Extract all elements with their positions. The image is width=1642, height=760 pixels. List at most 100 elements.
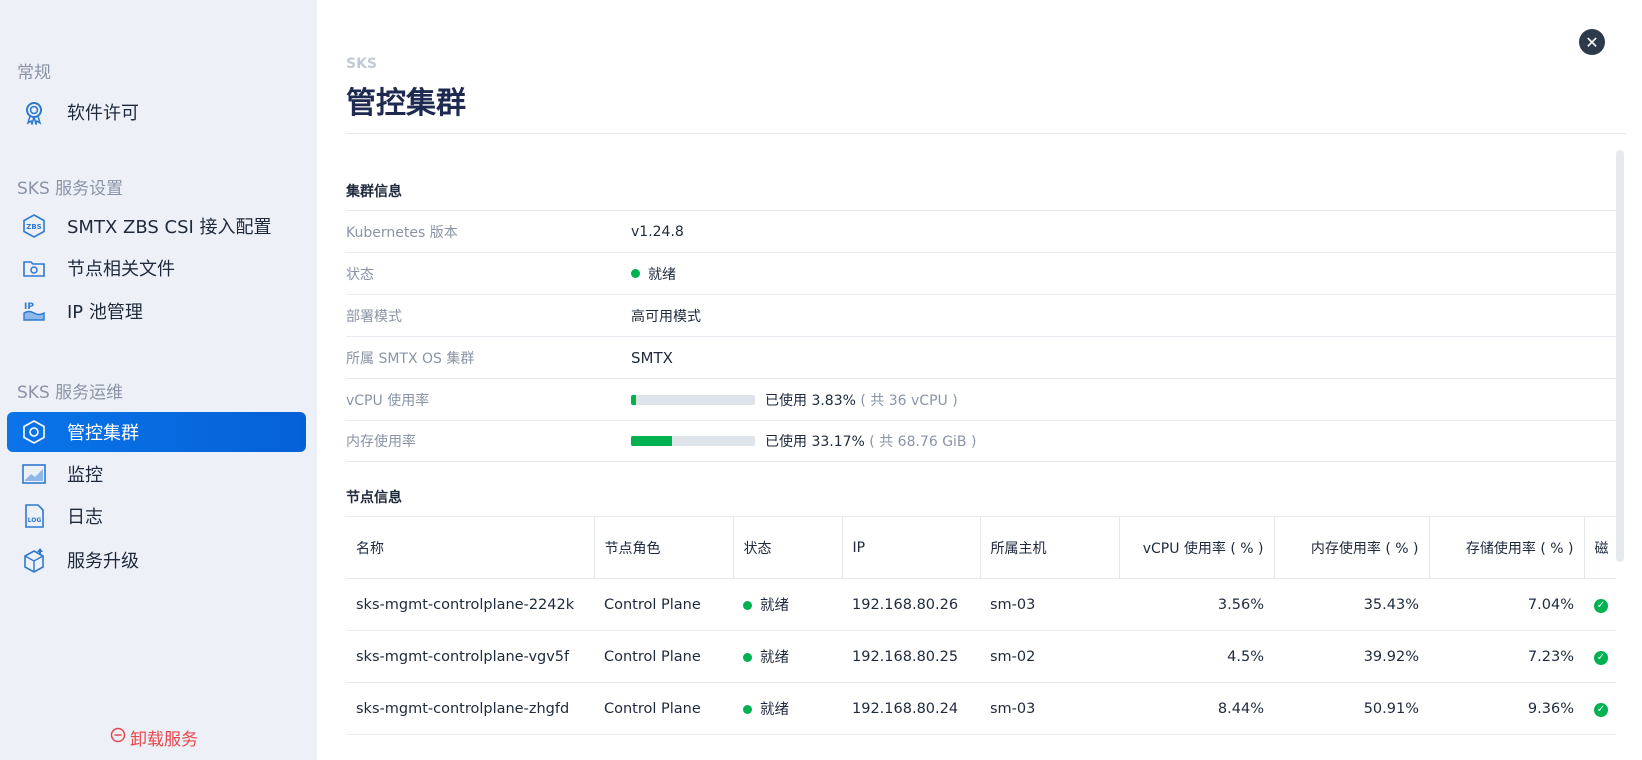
node-info-title: 节点信息 <box>346 490 402 506</box>
node-status: 就绪 <box>733 682 842 735</box>
node-vcpu: 4.5% <box>1119 630 1274 683</box>
sidebar-item-log[interactable]: LOG 日志 <box>7 496 306 536</box>
minus-circle-icon <box>110 727 126 748</box>
os-cluster-link[interactable]: SMTX <box>631 349 673 367</box>
uninstall-button[interactable]: 卸载服务 <box>110 725 198 750</box>
sidebar-item-label: 日志 <box>67 507 103 528</box>
node-host: sm-03 <box>980 682 1119 735</box>
sidebar-item-label: 管控集群 <box>67 423 139 444</box>
cluster-icon <box>20 418 48 446</box>
memory-total: ( 共 68.76 GiB ) <box>869 434 977 450</box>
sidebar-item-label: 服务升级 <box>67 551 139 572</box>
divider <box>346 133 1626 134</box>
node-status: 就绪 <box>733 578 842 631</box>
folder-icon <box>20 254 48 282</box>
section-title-general: 常规 <box>17 63 51 83</box>
column-header[interactable]: 所属主机 <box>979 516 1119 579</box>
node-ip: 192.168.80.26 <box>842 578 980 631</box>
monitor-icon <box>20 460 48 488</box>
info-label: vCPU 使用率 <box>346 392 430 409</box>
scrollbar[interactable] <box>1616 150 1624 562</box>
close-button[interactable]: ✕ <box>1579 29 1605 55</box>
status-text: 就绪 <box>760 650 789 666</box>
breadcrumb: SKS <box>346 56 378 72</box>
node-host: sm-03 <box>980 578 1119 631</box>
node-role: Control Plane <box>594 682 733 735</box>
disk-status: ✓ <box>1584 578 1616 631</box>
column-header[interactable]: 节点角色 <box>593 516 733 579</box>
section-title-sks-ops: SKS 服务运维 <box>17 383 124 403</box>
check-circle-icon: ✓ <box>1594 702 1608 717</box>
status-dot-icon <box>743 705 752 714</box>
info-label: 所属 SMTX OS 集群 <box>346 350 475 367</box>
table-row[interactable]: sks-mgmt-controlplane-zhgfd Control Plan… <box>346 682 1616 735</box>
upgrade-icon <box>20 546 48 574</box>
sidebar-item-zbs-csi[interactable]: ZBS SMTX ZBS CSI 接入配置 <box>7 206 306 246</box>
sidebar-item-label: 监控 <box>67 465 103 486</box>
sidebar-item-label: IP 池管理 <box>67 302 143 323</box>
node-name: sks-mgmt-controlplane-2242k <box>346 578 594 631</box>
zbs-icon: ZBS <box>20 212 48 240</box>
sidebar-item-monitor[interactable]: 监控 <box>7 454 306 494</box>
check-circle-icon: ✓ <box>1594 650 1608 665</box>
sidebar-item-node-files[interactable]: 节点相关文件 <box>7 248 306 288</box>
info-label: 内存使用率 <box>346 434 416 450</box>
info-value: v1.24.8 <box>631 223 684 240</box>
disk-status: ✓ <box>1584 682 1616 735</box>
info-label: 部署模式 <box>346 308 402 325</box>
sidebar-item-control-cluster[interactable]: 管控集群 <box>7 412 306 452</box>
sidebar-item-upgrade[interactable]: 服务升级 <box>7 540 306 580</box>
node-host: sm-02 <box>980 630 1119 683</box>
svg-text:LOG: LOG <box>28 517 42 524</box>
svg-text:IP: IP <box>24 302 34 312</box>
column-header[interactable]: 磁 <box>1583 516 1616 579</box>
status-value: 就绪 <box>648 266 676 283</box>
node-ip: 192.168.80.24 <box>842 682 980 735</box>
memory-progress-fill <box>631 436 673 446</box>
vcpu-total: ( 共 36 vCPU ) <box>860 392 958 409</box>
node-storage: 9.36% <box>1429 682 1584 735</box>
info-label: 状态 <box>346 266 374 283</box>
svg-text:ZBS: ZBS <box>26 223 41 231</box>
node-memory: 35.43% <box>1274 578 1429 631</box>
disk-status: ✓ <box>1584 630 1616 683</box>
info-label: Kubernetes 版本 <box>346 224 458 241</box>
section-title-sks-settings: SKS 服务设置 <box>17 179 124 199</box>
info-row-vcpu: vCPU 使用率 已使用 3.83% ( 共 36 vCPU ) <box>346 378 1616 420</box>
column-header[interactable]: 存储使用率 ( % ) <box>1428 516 1584 579</box>
node-table: 名称 节点角色 状态 IP 所属主机 vCPU 使用率 ( % ) 内存使用率 … <box>346 516 1616 735</box>
info-row-k8s-version: Kubernetes 版本 v1.24.8 <box>346 210 1616 252</box>
sidebar-item-label: SMTX ZBS CSI 接入配置 <box>67 217 272 238</box>
sidebar-item-label: 软件许可 <box>67 103 139 124</box>
column-header[interactable]: 状态 <box>732 516 842 579</box>
node-role: Control Plane <box>594 630 733 683</box>
page-title: 管控集群 <box>346 86 466 121</box>
node-ip: 192.168.80.25 <box>842 630 980 683</box>
node-storage: 7.23% <box>1429 630 1584 683</box>
node-memory: 50.91% <box>1274 682 1429 735</box>
table-row[interactable]: sks-mgmt-controlplane-2242k Control Plan… <box>346 578 1616 631</box>
node-status: 就绪 <box>733 630 842 683</box>
node-name: sks-mgmt-controlplane-zhgfd <box>346 682 594 735</box>
log-icon: LOG <box>20 502 48 530</box>
column-header[interactable]: vCPU 使用率 ( % ) <box>1118 516 1274 579</box>
memory-progress-bar <box>631 436 755 446</box>
table-row[interactable]: sks-mgmt-controlplane-vgv5f Control Plan… <box>346 630 1616 683</box>
cluster-info-title: 集群信息 <box>346 184 402 200</box>
status-dot-icon <box>631 269 640 278</box>
license-icon <box>20 98 48 126</box>
ip-pool-icon: IP <box>20 297 48 325</box>
sidebar: 常规 软件许可 SKS 服务设置 ZBS SMTX ZBS CSI 接入配置 节… <box>0 0 317 760</box>
node-vcpu: 3.56% <box>1119 578 1274 631</box>
node-memory: 39.92% <box>1274 630 1429 683</box>
column-header[interactable]: 名称 <box>346 516 594 579</box>
column-header[interactable]: 内存使用率 ( % ) <box>1273 516 1429 579</box>
sidebar-item-license[interactable]: 软件许可 <box>7 92 306 132</box>
column-header[interactable]: IP <box>841 516 980 579</box>
node-storage: 7.04% <box>1429 578 1584 631</box>
info-row-deploy-mode: 部署模式 高可用模式 <box>346 294 1616 336</box>
status-text: 就绪 <box>760 598 789 614</box>
close-icon: ✕ <box>1585 32 1599 52</box>
sidebar-item-ip-pool[interactable]: IP IP 池管理 <box>7 291 306 331</box>
node-vcpu: 8.44% <box>1119 682 1274 735</box>
